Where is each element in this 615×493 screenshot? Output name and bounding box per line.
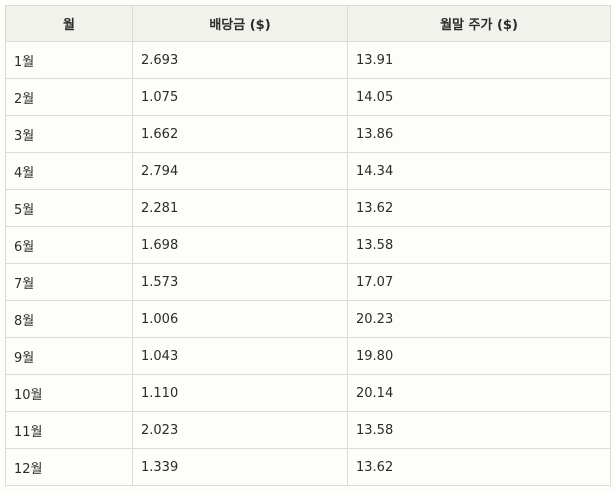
cell-dividend: 1.006 [132, 300, 348, 338]
cell-month: 9월 [5, 337, 133, 375]
cell-month: 12월 [5, 448, 133, 486]
cell-month-end-price: 19.80 [347, 337, 611, 375]
table-row: 6월 1.698 13.58 [5, 226, 611, 264]
table-row: 8월 1.006 20.23 [5, 300, 611, 338]
dividend-table: 월 배당금 ($) 월말 주가 ($) 1월 2.693 13.91 2월 1.075 1… [5, 5, 611, 486]
table-row: 12월 1.339 13.62 [5, 448, 611, 486]
cell-month: 10월 [5, 374, 133, 412]
table-row: 10월 1.110 20.14 [5, 374, 611, 412]
cell-dividend: 2.794 [132, 152, 348, 190]
cell-month-end-price: 17.07 [347, 263, 611, 301]
cell-month-end-price: 13.58 [347, 226, 611, 264]
cell-month: 2월 [5, 78, 133, 116]
table-header: 월 배당금 ($) 월말 주가 ($) [5, 5, 611, 42]
cell-month: 11월 [5, 411, 133, 449]
table-row: 11월 2.023 13.58 [5, 411, 611, 449]
table-body: 1월 2.693 13.91 2월 1.075 14.05 3월 1.662 13.86 4월 2.… [5, 41, 611, 486]
cell-dividend: 1.110 [132, 374, 348, 412]
cell-dividend: 2.281 [132, 189, 348, 227]
cell-month-end-price: 13.91 [347, 41, 611, 79]
cell-month-end-price: 14.34 [347, 152, 611, 190]
cell-dividend: 2.693 [132, 41, 348, 79]
cell-month-end-price: 13.62 [347, 189, 611, 227]
cell-month-end-price: 13.58 [347, 411, 611, 449]
cell-month: 3월 [5, 115, 133, 153]
header-dividend: 배당금 ($) [132, 5, 348, 42]
cell-month: 1월 [5, 41, 133, 79]
table-row: 9월 1.043 19.80 [5, 337, 611, 375]
cell-month-end-price: 20.14 [347, 374, 611, 412]
cell-dividend: 2.023 [132, 411, 348, 449]
cell-dividend: 1.043 [132, 337, 348, 375]
cell-month-end-price: 13.62 [347, 448, 611, 486]
cell-dividend: 1.573 [132, 263, 348, 301]
cell-dividend: 1.662 [132, 115, 348, 153]
table-row: 2월 1.075 14.05 [5, 78, 611, 116]
header-month: 월 [5, 5, 133, 42]
header-month-end-price: 월말 주가 ($) [347, 5, 611, 42]
table-row: 4월 2.794 14.34 [5, 152, 611, 190]
cell-month-end-price: 13.86 [347, 115, 611, 153]
cell-month: 4월 [5, 152, 133, 190]
cell-month-end-price: 14.05 [347, 78, 611, 116]
cell-month: 5월 [5, 189, 133, 227]
cell-dividend: 1.698 [132, 226, 348, 264]
cell-month: 6월 [5, 226, 133, 264]
cell-dividend: 1.075 [132, 78, 348, 116]
table-row: 5월 2.281 13.62 [5, 189, 611, 227]
header-row: 월 배당금 ($) 월말 주가 ($) [5, 5, 611, 42]
table-row: 3월 1.662 13.86 [5, 115, 611, 153]
cell-month: 8월 [5, 300, 133, 338]
cell-month-end-price: 20.23 [347, 300, 611, 338]
table-row: 1월 2.693 13.91 [5, 41, 611, 79]
table-row: 7월 1.573 17.07 [5, 263, 611, 301]
cell-month: 7월 [5, 263, 133, 301]
cell-dividend: 1.339 [132, 448, 348, 486]
